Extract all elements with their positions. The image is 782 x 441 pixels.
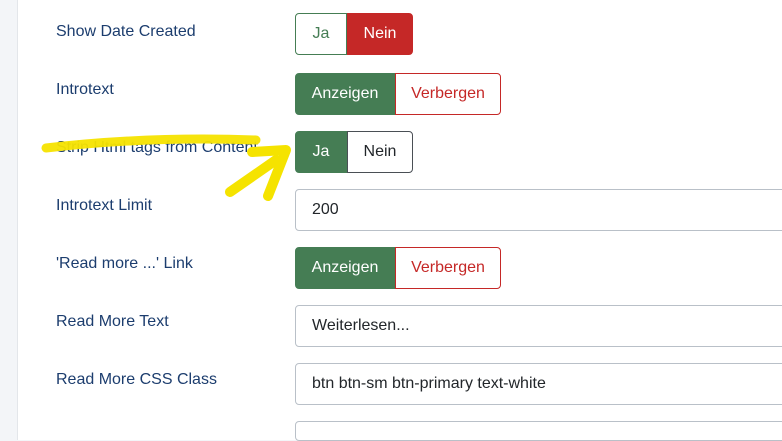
- label-read-more-css-class: Read More CSS Class: [56, 371, 217, 388]
- strip-html-ja[interactable]: Ja: [295, 131, 347, 173]
- strip-html-switcher: Ja Nein: [295, 131, 413, 173]
- read-more-css-class-input[interactable]: btn btn-sm btn-primary text-white: [295, 363, 782, 405]
- show-date-created-nein[interactable]: Nein: [347, 13, 413, 55]
- read-more-link-switcher: Anzeigen Verbergen: [295, 247, 501, 289]
- label-read-more-link: 'Read more ...' Link: [56, 255, 193, 272]
- show-date-created-ja[interactable]: Ja: [295, 13, 347, 55]
- introtext-verbergen[interactable]: Verbergen: [395, 73, 501, 115]
- label-introtext-limit: Introtext Limit: [56, 197, 153, 214]
- introtext-limit-input[interactable]: 200: [295, 189, 782, 231]
- strip-html-nein[interactable]: Nein: [347, 131, 413, 173]
- read-more-link-verbergen[interactable]: Verbergen: [395, 247, 501, 289]
- next-field-input[interactable]: [295, 421, 782, 441]
- label-strip-html: Strip Html tags from Content: [56, 139, 258, 156]
- read-more-link-anzeigen[interactable]: Anzeigen: [295, 247, 395, 289]
- introtext-switcher: Anzeigen Verbergen: [295, 73, 501, 115]
- read-more-text-input[interactable]: Weiterlesen...: [295, 305, 782, 347]
- label-show-date-created: Show Date Created: [56, 23, 196, 40]
- show-date-created-switcher: Ja Nein: [295, 13, 413, 55]
- introtext-anzeigen[interactable]: Anzeigen: [295, 73, 395, 115]
- label-introtext: Introtext: [56, 81, 114, 98]
- label-read-more-text: Read More Text: [56, 313, 169, 330]
